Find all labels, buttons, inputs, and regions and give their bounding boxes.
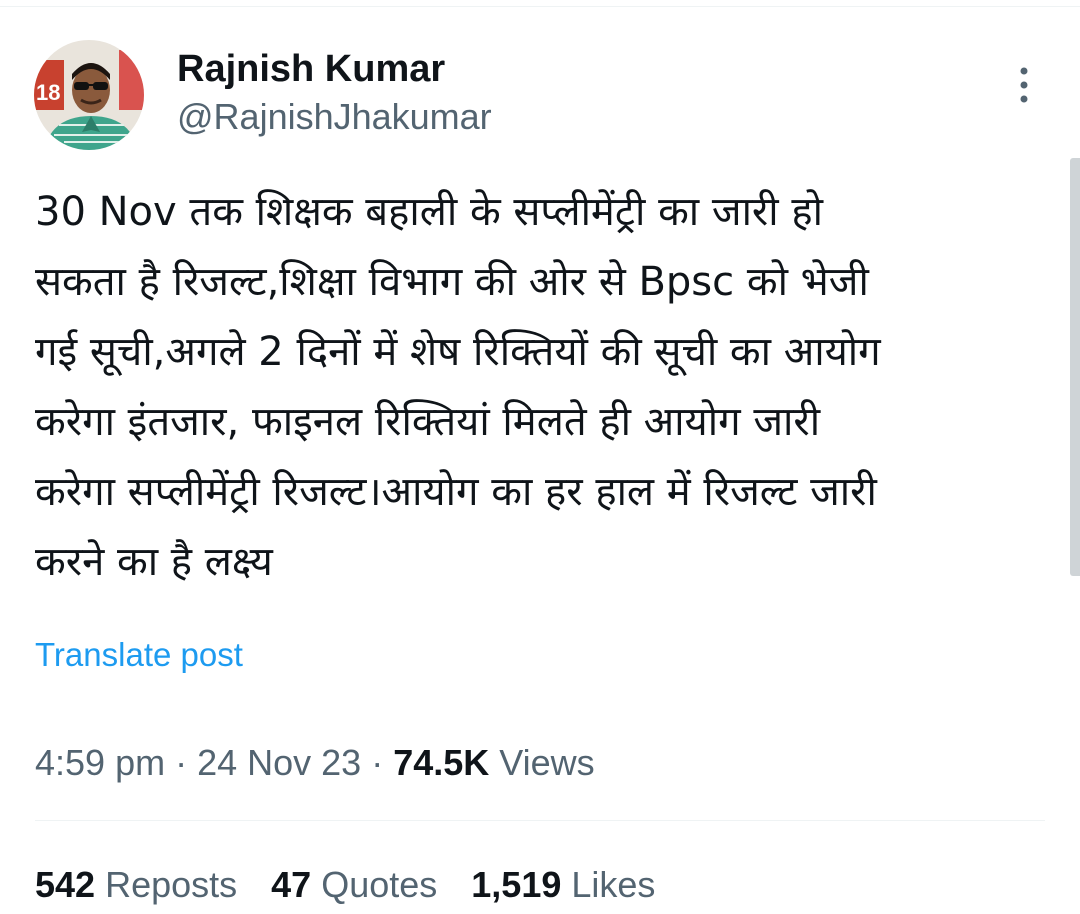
tweet-stats: 542 Reposts 47 Quotes 1,519 Likes — [35, 862, 689, 908]
views-label: Views — [489, 742, 595, 783]
quotes-label: Quotes — [311, 864, 438, 905]
top-divider — [0, 6, 1080, 7]
likes-count: 1,519 — [471, 864, 562, 905]
avatar[interactable]: 18 — [34, 40, 144, 150]
meta-separator: · — [165, 742, 198, 783]
author-display-name[interactable]: Rajnish Kumar — [177, 46, 445, 92]
views-count: 74.5K — [393, 742, 490, 783]
quotes-count: 47 — [271, 864, 312, 905]
tweet-meta: 4:59 pm · 24 Nov 23 · 74.5K Views — [35, 740, 595, 786]
avatar-image: 18 — [34, 40, 144, 150]
tweet-date[interactable]: 24 Nov 23 — [197, 742, 361, 783]
avatar-badge-text: 18 — [36, 80, 60, 105]
reposts-label: Reposts — [95, 864, 238, 905]
reposts-stat[interactable]: 542 Reposts — [35, 864, 237, 905]
reposts-count: 542 — [35, 864, 96, 905]
meta-separator: · — [361, 742, 394, 783]
scrollbar[interactable] — [1070, 158, 1080, 576]
likes-label: Likes — [561, 864, 656, 905]
tweet-text: 30 Nov तक शिक्षक बहाली के सप्लीमेंट्री क… — [35, 189, 881, 585]
stats-divider — [35, 820, 1045, 821]
tweet-time[interactable]: 4:59 pm — [35, 742, 165, 783]
likes-stat[interactable]: 1,519 Likes — [471, 864, 655, 905]
more-options-button[interactable] — [1006, 62, 1042, 110]
quotes-stat[interactable]: 47 Quotes — [271, 864, 437, 905]
author-handle[interactable]: @RajnishJhakumar — [177, 95, 492, 139]
translate-post-link[interactable]: Translate post — [35, 633, 243, 677]
more-vertical-icon — [1020, 67, 1028, 103]
